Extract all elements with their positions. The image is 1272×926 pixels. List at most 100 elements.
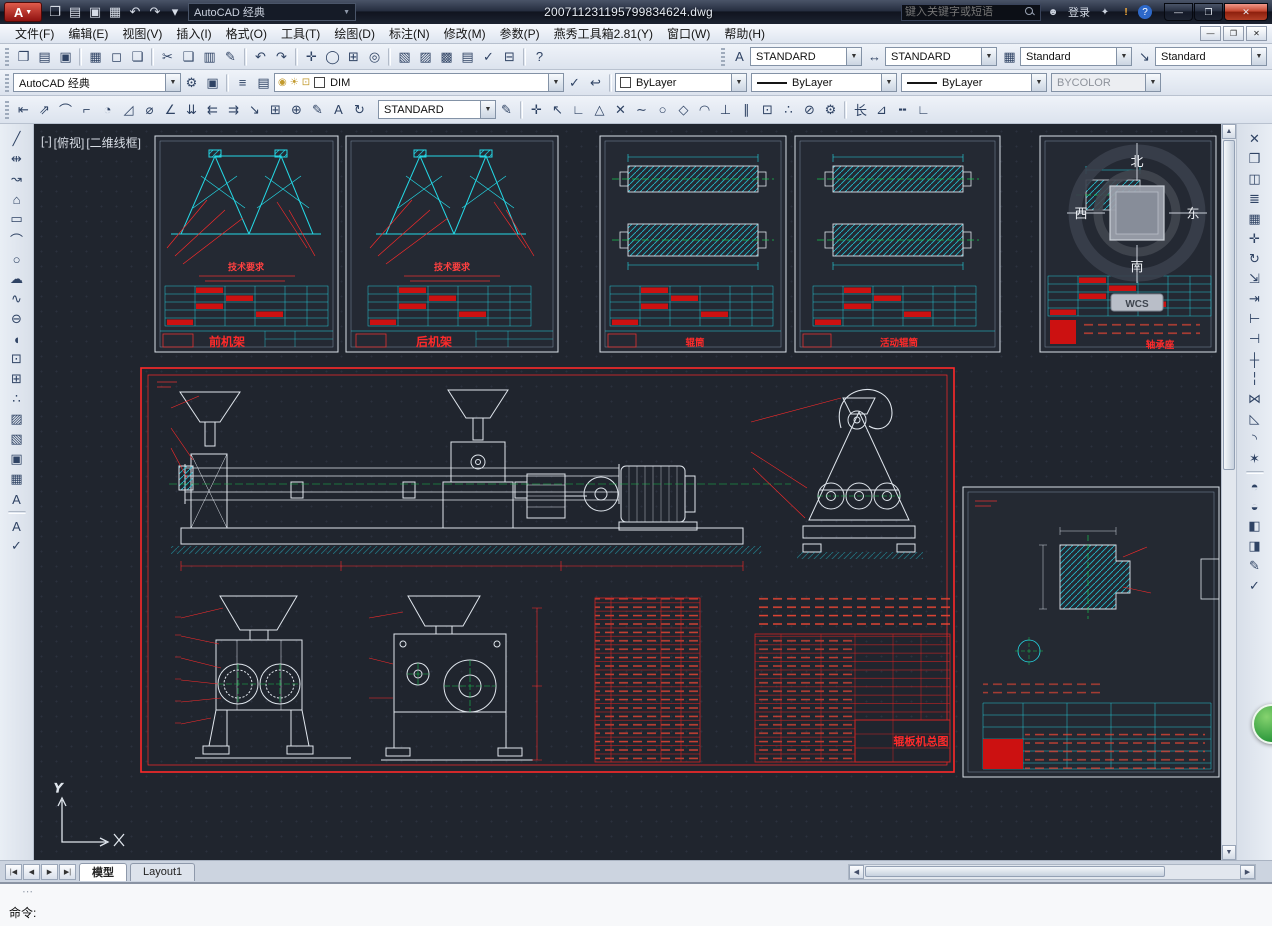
workspace-switcher-titlebar[interactable]: AutoCAD 经典▼: [188, 3, 356, 21]
mdi-close-button[interactable]: ✕: [1246, 26, 1267, 41]
viewport-minimize-control[interactable]: [-]: [41, 134, 52, 151]
dim-aligned-icon[interactable]: ⇗: [34, 99, 55, 120]
dim-arc-length-icon[interactable]: ⌒: [55, 99, 76, 120]
command-window[interactable]: ⋯ 命令:: [0, 882, 1272, 926]
separator[interactable]: [295, 48, 298, 66]
chevron-down-icon[interactable]: ▼: [1116, 48, 1131, 65]
ducs-icon[interactable]: ⊿: [871, 99, 892, 120]
linetype-sample-icon[interactable]: ╍: [892, 99, 913, 120]
mdi-restore-button[interactable]: ❐: [1223, 26, 1244, 41]
open-icon[interactable]: ▤: [34, 46, 55, 67]
chevron-down-icon[interactable]: ▼: [165, 74, 180, 91]
qat-open-icon[interactable]: ▤: [65, 2, 85, 23]
separator[interactable]: [1246, 471, 1264, 474]
qat-redo-icon[interactable]: ↷: [145, 2, 165, 23]
snap-tangent-icon[interactable]: ◠: [694, 99, 715, 120]
menu-item[interactable]: 视图(V): [115, 23, 169, 44]
redo-icon[interactable]: ↷: [271, 46, 292, 67]
qat-menu-chevron-icon[interactable]: ▾: [165, 2, 185, 23]
vertical-scroll-thumb[interactable]: [1223, 140, 1235, 470]
drawing-sheet-rear-frame[interactable]: 技术要求 后机架: [346, 136, 558, 352]
array-icon[interactable]: ▦: [1244, 209, 1265, 229]
undo-icon[interactable]: ↶: [250, 46, 271, 67]
polyline-icon[interactable]: ↝: [6, 169, 27, 189]
designcenter-icon[interactable]: ▨: [415, 46, 436, 67]
separator[interactable]: [523, 48, 526, 66]
alert-icon[interactable]: !: [1117, 4, 1135, 20]
viewport-view-control[interactable]: [俯视]: [54, 134, 85, 151]
scroll-right-icon[interactable]: ▶: [1240, 865, 1255, 879]
snap-center-icon[interactable]: ○: [652, 99, 673, 120]
explode-icon[interactable]: ✶: [1244, 449, 1265, 469]
toolbar-grip[interactable]: [5, 74, 9, 92]
snap-insert-icon[interactable]: ⊡: [757, 99, 778, 120]
gradient-icon[interactable]: ▧: [6, 429, 27, 449]
publish-icon[interactable]: ❏: [127, 46, 148, 67]
dim-linear-icon[interactable]: ⇤: [13, 99, 34, 120]
workspace-combo[interactable]: AutoCAD 经典▼: [13, 73, 181, 92]
help-icon[interactable]: ?: [529, 46, 550, 67]
viewport-visualstyle-control[interactable]: [二维线框]: [86, 134, 141, 151]
layer-properties-icon[interactable]: ≡: [232, 72, 253, 93]
dim-edit-icon[interactable]: ✎: [307, 99, 328, 120]
snap-midpoint-icon[interactable]: △: [589, 99, 610, 120]
tab-model[interactable]: 模型: [79, 863, 127, 881]
scroll-down-icon[interactable]: ▼: [1222, 845, 1236, 860]
separator[interactable]: [609, 74, 612, 92]
markup-set-manager-icon[interactable]: ✓: [478, 46, 499, 67]
qat-save-icon[interactable]: ▣: [85, 2, 105, 23]
dim-continue-icon[interactable]: ⇉: [223, 99, 244, 120]
snap-endpoint-icon[interactable]: ∟: [568, 99, 589, 120]
zoom-previous-icon[interactable]: ◎: [364, 46, 385, 67]
signin-link[interactable]: 登录: [1065, 4, 1093, 20]
chevron-down-icon[interactable]: ▼: [881, 74, 896, 91]
text-tool-icon[interactable]: A: [6, 516, 27, 536]
menu-item[interactable]: 文件(F): [8, 23, 61, 44]
ortho-mode-icon[interactable]: ∟: [913, 99, 934, 120]
erase-icon[interactable]: ✕: [1244, 129, 1265, 149]
separator[interactable]: [79, 48, 82, 66]
osnap-settings-icon[interactable]: ⚙: [820, 99, 841, 120]
app-menu-button[interactable]: A▼: [4, 2, 42, 22]
drawing-sheet-moving-roller[interactable]: 活动辊筒: [795, 136, 1000, 352]
linetype-control-combo[interactable]: ByLayer▼: [751, 73, 897, 92]
separator[interactable]: [151, 48, 154, 66]
quick-leader-icon[interactable]: ↘: [244, 99, 265, 120]
help-center-icon[interactable]: ?: [1138, 5, 1152, 19]
dim-ordinate-icon[interactable]: ⌐: [76, 99, 97, 120]
qat-new-icon[interactable]: ❐: [45, 2, 65, 23]
separator[interactable]: [244, 48, 247, 66]
qnew-icon[interactable]: ❐: [13, 46, 34, 67]
table-icon[interactable]: ▦: [6, 469, 27, 489]
copy-icon[interactable]: ❒: [1244, 149, 1265, 169]
model-canvas[interactable]: [-] [俯视] [二维线框]: [34, 124, 1221, 860]
scroll-left-icon[interactable]: ◀: [849, 865, 864, 879]
workspace-settings-icon[interactable]: ⚙: [181, 72, 202, 93]
menu-item[interactable]: 燕秀工具箱2.81(Y): [547, 23, 660, 44]
dim-radius-icon[interactable]: ◔: [97, 99, 118, 120]
trim-icon[interactable]: ⊢: [1244, 309, 1265, 329]
fillet-icon[interactable]: ◝: [1244, 429, 1265, 449]
menu-item[interactable]: 窗口(W): [660, 23, 717, 44]
pan-icon[interactable]: ✛: [301, 46, 322, 67]
break-at-point-icon[interactable]: ┼: [1244, 349, 1265, 369]
chevron-down-icon[interactable]: ▼: [981, 48, 996, 65]
menu-item[interactable]: 编辑(E): [61, 23, 115, 44]
dim-style-combo[interactable]: STANDARD▼: [378, 100, 496, 119]
snap-intersection-icon[interactable]: ✕: [610, 99, 631, 120]
separator[interactable]: [8, 511, 26, 514]
snap-from-icon[interactable]: ↖: [547, 99, 568, 120]
polygon-icon[interactable]: ⌂: [6, 189, 27, 209]
ellipse-icon[interactable]: ⊖: [6, 309, 27, 329]
horizontal-scrollbar[interactable]: ◀ ▶: [848, 864, 1256, 880]
command-window-grip[interactable]: ⋯: [22, 885, 34, 898]
cut-icon[interactable]: ✂: [157, 46, 178, 67]
mleader-style-control[interactable]: ↘ Standard▼: [1134, 46, 1267, 67]
command-prompt[interactable]: 命令:: [9, 904, 36, 921]
temporary-track-icon[interactable]: ✛: [526, 99, 547, 120]
separator[interactable]: [520, 101, 523, 119]
insert-block-icon[interactable]: ⊡: [6, 349, 27, 369]
qat-undo-icon[interactable]: ↶: [125, 2, 145, 23]
menu-item[interactable]: 工具(T): [274, 23, 327, 44]
save-icon[interactable]: ▣: [55, 46, 76, 67]
